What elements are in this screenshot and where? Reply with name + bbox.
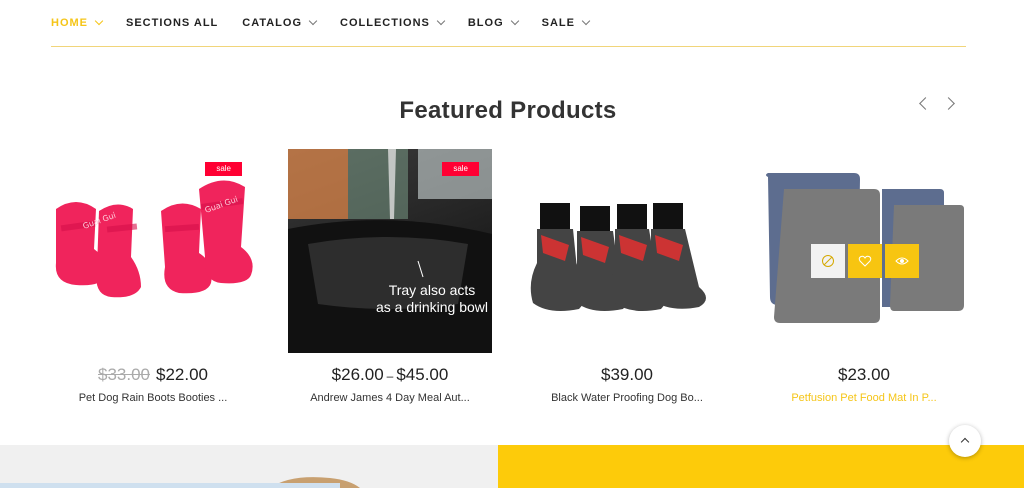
price-row: $23.00: [762, 363, 966, 387]
heart-icon: [858, 255, 872, 267]
nav-item-catalog[interactable]: CATALOG: [242, 3, 318, 43]
image-caption: Tray also acts as a drinking bowl: [375, 282, 489, 315]
scroll-to-top-button[interactable]: [949, 425, 981, 457]
sale-badge: sale: [442, 162, 479, 176]
product-card[interactable]: $39.00 Black Water Proofing Dog Bo...: [525, 149, 729, 404]
promo-banner-right[interactable]: [498, 445, 1024, 488]
nav-item-sale[interactable]: SALE: [541, 3, 591, 43]
product-image[interactable]: Tray also acts as a drinking bowl sale: [288, 149, 492, 353]
sale-badge: sale: [205, 162, 242, 176]
product-name[interactable]: Black Water Proofing Dog Bo...: [525, 392, 729, 404]
price-separator: –: [386, 369, 394, 383]
price-row: $39.00: [525, 363, 729, 387]
product-hover-actions: [811, 244, 919, 278]
current-price: $23.00: [838, 365, 890, 384]
banner-image: [0, 477, 360, 488]
product-card[interactable]: Guai Gui Guai Gui sale $33.00 $22.00 Pet …: [51, 149, 255, 404]
nav-item-label: SALE: [541, 17, 575, 29]
ban-icon: [822, 255, 834, 267]
product-image[interactable]: [525, 149, 729, 353]
current-price: $39.00: [601, 365, 653, 384]
compare-button[interactable]: [811, 244, 845, 278]
nav-item-label: BLOG: [467, 17, 504, 29]
wishlist-button[interactable]: [848, 244, 882, 278]
nav-item-blog[interactable]: BLOG: [467, 3, 519, 43]
product-image[interactable]: [762, 149, 966, 353]
nav-item-label: HOME: [51, 17, 88, 29]
black-boots-image: [530, 203, 706, 311]
nav-item-home[interactable]: HOME: [51, 3, 104, 43]
chevron-down-icon: [308, 16, 318, 26]
price-row: $26.00– $45.00: [288, 363, 492, 387]
product-image[interactable]: Guai Gui Guai Gui sale: [51, 149, 255, 353]
carousel-next-icon[interactable]: [944, 96, 958, 110]
price-row: $33.00 $22.00: [51, 363, 255, 387]
product-name[interactable]: Andrew James 4 Day Meal Aut...: [288, 392, 492, 404]
product-name[interactable]: Petfusion Pet Food Mat In P...: [762, 392, 966, 404]
chevron-down-icon: [436, 16, 446, 26]
price-to: $45.00: [396, 365, 449, 384]
nav-item-label: SECTIONS ALL: [126, 17, 219, 29]
product-card[interactable]: Tray also acts as a drinking bowl sale $…: [288, 149, 492, 404]
chevron-down-icon: [510, 16, 519, 26]
eye-icon: [895, 257, 909, 265]
current-price: $22.00: [156, 365, 208, 384]
old-price: $33.00: [98, 365, 150, 384]
main-nav: HOME SECTIONS ALL CATALOG COLLECTIONS BL…: [51, 0, 966, 47]
section-title: Featured Products: [399, 97, 617, 124]
chevron-down-icon: [581, 16, 591, 26]
chevron-down-icon: [94, 16, 104, 26]
promo-banner-left[interactable]: [0, 445, 498, 488]
pink-boots-image: Guai Gui Guai Gui: [55, 180, 253, 298]
nav-item-label: COLLECTIONS: [340, 17, 430, 29]
carousel-prev-icon[interactable]: [917, 96, 931, 110]
price-from: $26.00: [331, 365, 384, 384]
product-card[interactable]: $23.00 Petfusion Pet Food Mat In P...: [762, 149, 966, 404]
feeder-image: [288, 149, 492, 353]
nav-item-sections-all[interactable]: SECTIONS ALL: [126, 3, 218, 43]
nav-item-collections[interactable]: COLLECTIONS: [340, 3, 446, 43]
quick-view-button[interactable]: [885, 244, 919, 278]
nav-item-label: CATALOG: [242, 17, 303, 29]
product-name[interactable]: Pet Dog Rain Boots Booties ...: [51, 392, 255, 404]
